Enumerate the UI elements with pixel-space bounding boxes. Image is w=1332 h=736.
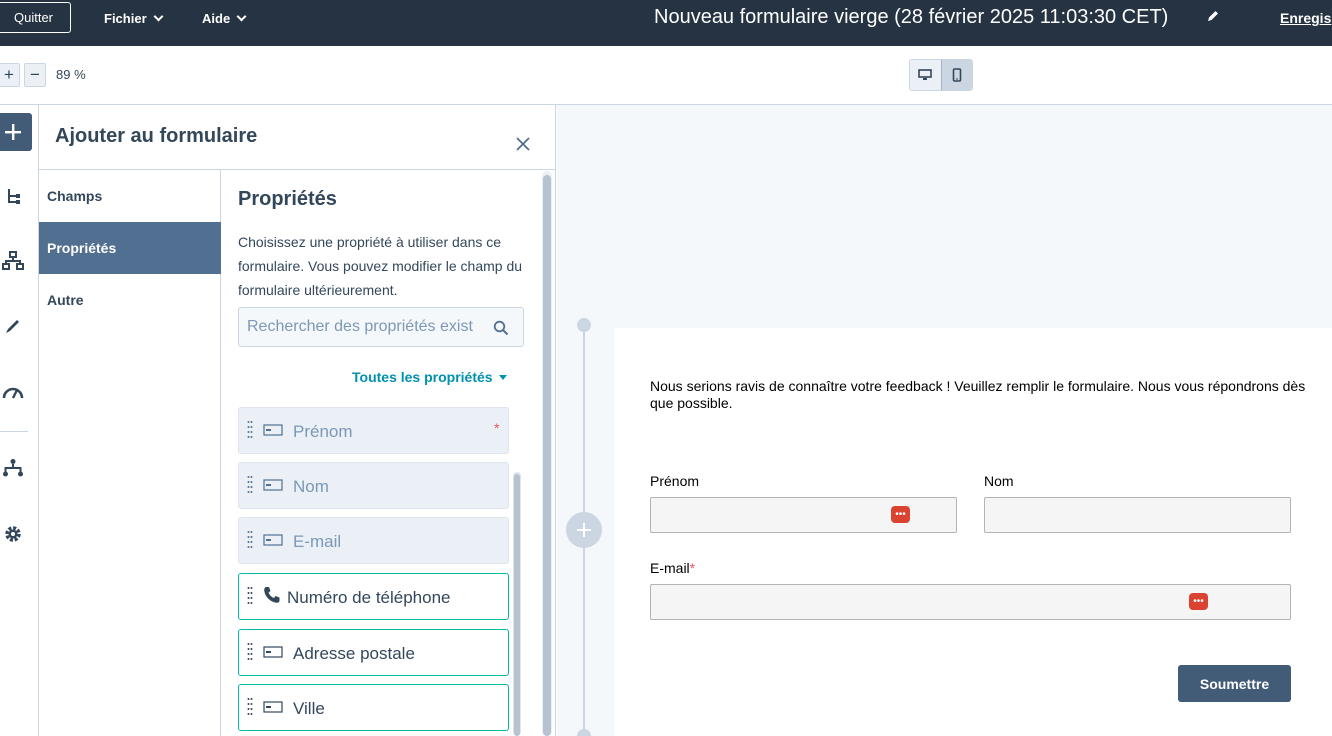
submit-button[interactable]: Soumettre: [1178, 665, 1291, 702]
top-bar: Quitter Fichier Aide Nouveau formulaire …: [0, 0, 1332, 46]
tree-icon[interactable]: [0, 185, 26, 209]
rail-divider: [0, 431, 28, 432]
menu-fichier-label: Fichier: [104, 11, 147, 26]
properties-section: Propriétés Choisissez une propriété à ut…: [222, 170, 540, 736]
required-marker: *: [689, 560, 696, 576]
drag-handle-icon[interactable]: [247, 420, 253, 442]
properties-filter-dropdown[interactable]: Toutes les propriétés: [352, 369, 507, 385]
add-to-form-panel: Ajouter au formulaire Champs Propriétés …: [39, 105, 556, 736]
desktop-icon: [918, 69, 933, 80]
search-input[interactable]: [239, 308, 489, 346]
form-preview: Nous serions ravis de connaître votre fe…: [614, 328, 1332, 736]
property-item-address[interactable]: Adresse postale: [238, 629, 509, 676]
property-label: Adresse postale: [293, 644, 415, 663]
zoom-level: 89 %: [56, 67, 86, 82]
drag-handle-icon[interactable]: [247, 475, 253, 497]
caret-down-icon: [498, 374, 507, 380]
email-field[interactable]: •••: [650, 584, 1291, 620]
text-field-icon: [263, 479, 283, 491]
form-intro-text: Nous serions ravis de connaître votre fe…: [650, 378, 1306, 411]
mobile-icon: [952, 68, 962, 82]
chevron-down-icon: [153, 11, 164, 22]
timeline-dot: [577, 318, 591, 332]
filter-label: Toutes les propriétés: [352, 369, 493, 385]
scrollbar-thumb[interactable]: [514, 474, 520, 736]
workflow-icon[interactable]: [0, 456, 26, 480]
timeline-dot: [577, 729, 591, 736]
mobile-view-button[interactable]: [940, 60, 972, 90]
panel-scrollbar[interactable]: [542, 171, 552, 736]
first-name-label-text: Prénom: [650, 473, 700, 489]
phone-icon: [264, 587, 280, 603]
device-toggle: [909, 59, 973, 91]
gear-icon[interactable]: [0, 522, 26, 546]
zoom-in-button[interactable]: +: [0, 63, 20, 87]
property-item-nom[interactable]: Nom: [238, 462, 509, 509]
brush-icon[interactable]: [0, 314, 26, 338]
email-label: E-mail*: [650, 560, 695, 576]
menu-aide-label: Aide: [202, 11, 231, 26]
properties-title: Propriétés: [238, 188, 337, 210]
property-label: Nom: [293, 477, 329, 496]
form-canvas: Nous serions ravis de connaître votre fe…: [557, 105, 1332, 736]
category-proprietes[interactable]: Propriétés: [39, 222, 221, 274]
property-label: Ville: [293, 699, 325, 718]
desktop-view-button[interactable]: [910, 60, 941, 90]
last-name-label-text: Nom: [984, 473, 1014, 489]
first-name-label: Prénom: [650, 473, 699, 489]
menu-fichier[interactable]: Fichier: [104, 11, 164, 26]
plus-icon: [5, 124, 21, 140]
drag-handle-icon[interactable]: [247, 530, 253, 552]
text-field-icon: [263, 534, 283, 546]
plus-icon: [577, 523, 591, 537]
property-label: Numéro de téléphone: [287, 588, 451, 607]
panel-title: Ajouter au formulaire: [55, 125, 258, 147]
drag-handle-icon[interactable]: [247, 642, 253, 664]
chevron-down-icon: [236, 11, 247, 22]
menu-aide[interactable]: Aide: [202, 11, 247, 26]
password-manager-icon[interactable]: •••: [891, 506, 910, 523]
sitemap-icon[interactable]: [0, 249, 26, 273]
text-field-icon: [263, 424, 283, 436]
zoom-out-button[interactable]: −: [24, 63, 46, 87]
property-item-city[interactable]: Ville: [238, 684, 509, 731]
property-label: Prénom: [293, 422, 353, 441]
drag-handle-icon[interactable]: [247, 586, 253, 608]
search-icon[interactable]: [493, 320, 509, 336]
scrollbar-thumb[interactable]: [543, 175, 551, 736]
email-label-text: E-mail: [650, 560, 690, 576]
pencil-icon[interactable]: [1206, 9, 1220, 23]
category-champs[interactable]: Champs: [39, 170, 221, 222]
close-icon[interactable]: [512, 133, 534, 155]
quit-button[interactable]: Quitter: [0, 2, 71, 33]
category-autre[interactable]: Autre: [39, 274, 221, 326]
last-name-label: Nom: [984, 473, 1014, 489]
property-label: E-mail: [293, 532, 342, 551]
property-item-prenom[interactable]: Prénom *: [238, 407, 509, 454]
property-item-phone[interactable]: Numéro de téléphone: [238, 573, 509, 620]
property-search: [238, 307, 524, 347]
editor-toolbar: + − 89 %: [0, 46, 1332, 105]
text-field-icon: [263, 646, 283, 658]
add-button[interactable]: [0, 113, 32, 151]
save-link[interactable]: Enregis: [1280, 10, 1331, 26]
document-title[interactable]: Nouveau formulaire vierge (28 février 20…: [654, 6, 1168, 29]
property-list-scrollbar[interactable]: [513, 472, 521, 736]
gauge-icon[interactable]: [0, 380, 26, 404]
left-icon-rail: [0, 105, 39, 736]
category-nav: Champs Propriétés Autre: [39, 170, 221, 736]
last-name-field[interactable]: [984, 497, 1291, 533]
text-field-icon: [263, 701, 283, 713]
first-name-field[interactable]: •••: [650, 497, 957, 533]
properties-description: Choisissez une propriété à utiliser dans…: [238, 234, 523, 298]
password-manager-icon[interactable]: •••: [1189, 593, 1208, 610]
add-step-button[interactable]: [566, 512, 602, 548]
property-item-email[interactable]: E-mail: [238, 517, 509, 564]
required-marker: *: [494, 420, 500, 436]
drag-handle-icon[interactable]: [247, 697, 253, 719]
